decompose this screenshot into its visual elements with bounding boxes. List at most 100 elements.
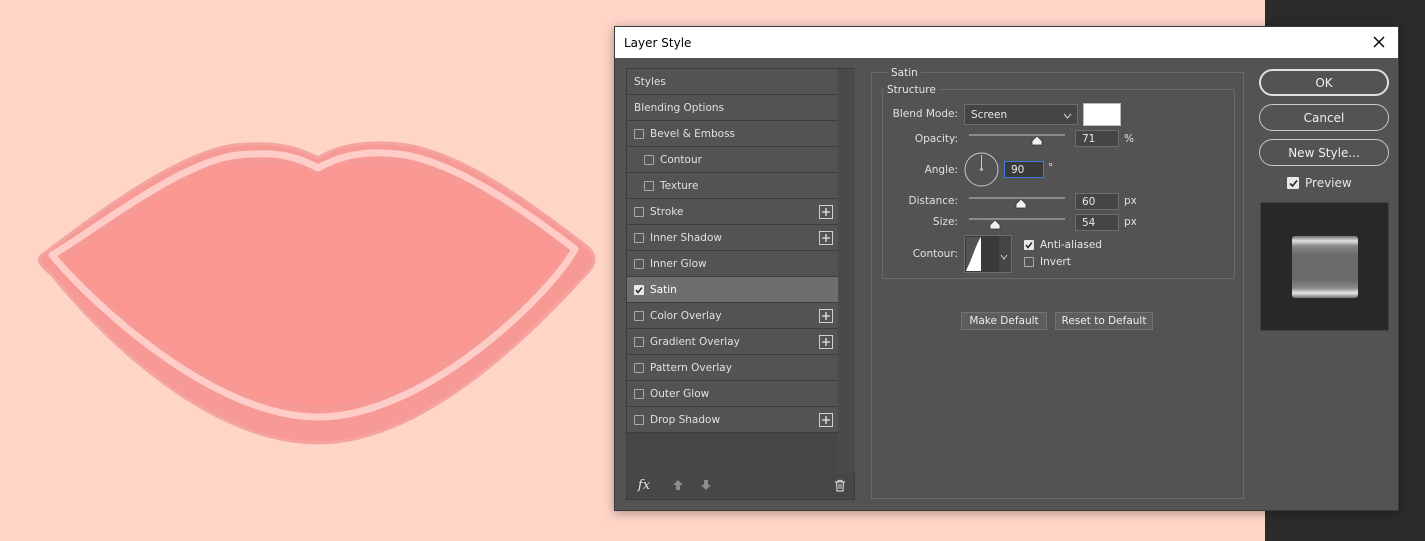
add-icon[interactable] [819,231,833,245]
sidebar-item-pattern-overlay[interactable]: Pattern Overlay [627,355,838,381]
sidebar-item-label: Gradient Overlay [650,335,740,348]
distance-unit: px [1124,195,1137,207]
cancel-button[interactable]: Cancel [1259,104,1389,131]
sidebar-item-inner-shadow[interactable]: Inner Shadow [627,225,838,251]
sidebar-footer: fx [627,471,854,499]
opacity-unit: % [1124,133,1134,145]
dialog-title: Layer Style [624,35,692,50]
sidebar-item-label: Color Overlay [650,309,722,322]
sidebar-item-label: Contour [660,153,702,166]
sidebar-item-label: Pattern Overlay [650,361,732,374]
size-unit: px [1124,216,1137,228]
add-icon[interactable] [819,335,833,349]
sidebar-item-label: Texture [660,179,699,192]
angle-unit: ° [1048,162,1054,174]
sidebar-item-label: Inner Shadow [650,231,722,244]
preview-thumbnail [1292,236,1358,298]
sidebar-item-color-overlay[interactable]: Color Overlay [627,303,838,329]
stroke-checkbox[interactable] [634,206,644,217]
sidebar-item-gradient-overlay[interactable]: Gradient Overlay [627,329,838,355]
reset-to-default-button[interactable]: Reset to Default [1055,312,1153,330]
sidebar-item-label: Outer Glow [650,387,710,400]
sidebar-item-stroke[interactable]: Stroke [627,199,838,225]
invert-checkbox[interactable]: Invert [1024,256,1071,268]
opacity-label: Opacity: [914,133,958,145]
make-default-button[interactable]: Make Default [961,312,1047,330]
size-input[interactable]: 54 [1075,214,1119,231]
blend-color-swatch[interactable] [1083,103,1121,126]
section-title: Satin [888,67,921,79]
sidebar-item-label: Bevel & Emboss [650,127,736,140]
style-preview [1260,202,1389,331]
add-icon[interactable] [819,413,833,427]
sidebar-item-label: Styles [634,75,666,88]
sidebar-item-satin[interactable]: Satin [627,277,838,303]
opacity-input[interactable]: 71 [1075,130,1119,147]
blend-mode-value: Screen [971,108,1008,121]
anti-aliased-check-icon [1024,240,1034,250]
structure-title: Structure [884,84,939,96]
blend-mode-select[interactable]: Screen [964,104,1078,125]
structure-group: Structure Blend Mode: Screen Opacity: 71… [882,84,1235,279]
invert-check-icon [1024,257,1034,267]
outer-glow-checkbox[interactable] [634,388,644,399]
color-overlay-checkbox[interactable] [634,310,644,321]
add-icon[interactable] [819,205,833,219]
blend-mode-label: Blend Mode: [892,108,958,120]
sidebar-item-inner-glow[interactable]: Inner Glow [627,251,838,277]
layer-style-dialog: Layer Style Styles Blending Options Bevel … [614,26,1399,511]
sidebar-item-label: Blending Options [634,101,724,114]
sidebar-item-blending-options[interactable]: Blending Options [627,95,838,121]
preview-checkbox[interactable]: Preview [1287,176,1352,190]
sidebar-item-styles[interactable]: Styles [627,69,838,95]
distance-label: Distance: [908,195,958,207]
angle-label: Angle: [924,164,958,176]
contour-checkbox[interactable] [644,154,654,165]
sidebar-scrollbar[interactable] [838,69,855,473]
ok-button[interactable]: OK [1259,69,1389,96]
angle-dial[interactable] [964,152,999,187]
styles-list: Styles Blending Options Bevel & Emboss Cont… [627,69,838,433]
anti-aliased-label: Anti-aliased [1040,239,1102,251]
move-down-icon[interactable] [697,476,715,494]
distance-input[interactable]: 60 [1075,193,1119,210]
bevel-and-emboss-checkbox[interactable] [634,128,644,139]
sidebar-item-label: Drop Shadow [650,413,721,426]
sidebar-item-label: Satin [650,283,677,296]
gradient-overlay-checkbox[interactable] [634,336,644,347]
size-label: Size: [932,216,958,228]
close-icon[interactable] [1368,31,1390,53]
pattern-overlay-checkbox[interactable] [634,362,644,373]
contour-picker[interactable] [964,235,1012,273]
contour-label: Contour: [912,248,958,260]
preview-label: Preview [1305,176,1352,190]
trash-icon[interactable] [831,476,849,494]
inner-shadow-checkbox[interactable] [634,232,644,243]
size-slider[interactable] [969,218,1065,220]
fx-icon[interactable]: fx [635,476,653,494]
inner-glow-checkbox[interactable] [634,258,644,269]
new-style-button[interactable]: New Style... [1259,139,1389,166]
styles-sidebar: Styles Blending Options Bevel & Emboss Cont… [626,68,855,500]
dialog-titlebar: Layer Style [615,27,1398,58]
drop-shadow-checkbox[interactable] [634,414,644,425]
invert-label: Invert [1040,256,1071,268]
satin-checkbox[interactable] [634,284,644,295]
add-icon[interactable] [819,309,833,323]
move-up-icon[interactable] [669,476,687,494]
sidebar-item-drop-shadow[interactable]: Drop Shadow [627,407,838,433]
sidebar-item-bevel-and-emboss[interactable]: Bevel & Emboss [627,121,838,147]
opacity-slider[interactable] [969,134,1065,136]
anti-aliased-checkbox[interactable]: Anti-aliased [1024,239,1102,251]
sidebar-item-texture[interactable]: Texture [627,173,838,199]
lips-artwork [37,141,596,445]
angle-input[interactable]: 90 [1004,161,1044,178]
sidebar-item-label: Inner Glow [650,257,707,270]
preview-check-icon [1287,177,1299,189]
sidebar-item-label: Stroke [650,205,684,218]
texture-checkbox[interactable] [644,180,654,191]
sidebar-item-outer-glow[interactable]: Outer Glow [627,381,838,407]
chevron-down-icon [1000,250,1008,263]
chevron-down-icon [1063,110,1072,122]
sidebar-item-contour[interactable]: Contour [627,147,838,173]
